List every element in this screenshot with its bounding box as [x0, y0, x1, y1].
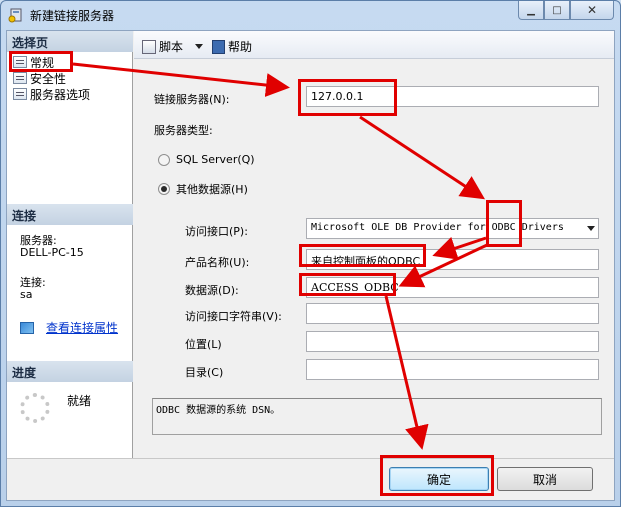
script-icon [142, 39, 156, 54]
provider-select[interactable]: Microsoft OLE DB Provider for ODBC Drive… [306, 218, 599, 239]
progress-header: 进度 [7, 361, 133, 382]
toolbar: 脚本 帮助 [134, 31, 614, 59]
connection-value: sa [20, 288, 33, 301]
provider-label: 访问接口(P): [185, 225, 248, 238]
description-panel: ODBC 数据源的系统 DSN。 [152, 398, 602, 435]
highlight-product-name [299, 244, 426, 267]
close-button[interactable]: ✕ [570, 1, 614, 20]
progress-status: 就绪 [67, 394, 92, 408]
linked-server-label: 链接服务器(N): [154, 93, 230, 106]
page-item-security[interactable]: 安全性 [13, 70, 66, 86]
highlight-data-source [299, 273, 396, 296]
script-label: 脚本 [159, 40, 184, 54]
window-title: 新建链接服务器 [30, 9, 115, 23]
location-input[interactable] [306, 331, 599, 352]
radio-sql-server[interactable]: SQL Server(Q) [158, 153, 255, 166]
select-page-header: 选择页 [7, 31, 133, 52]
page-item-server-options[interactable]: 服务器选项 [13, 86, 90, 102]
left-pane: 选择页 常规 安全性 服务器选项 连接 服务器: DELL-PC-15 连接: … [7, 31, 133, 458]
view-connection-properties-link[interactable]: 查看连接属性 [20, 319, 118, 336]
highlight-general-page [9, 51, 73, 72]
highlight-odbc-provider [486, 200, 522, 247]
catalog-input[interactable] [306, 359, 599, 380]
page-icon [13, 72, 27, 84]
data-source-label: 数据源(D): [185, 284, 239, 297]
chevron-down-icon [587, 226, 595, 231]
radio-selected-icon [158, 183, 170, 195]
minimize-icon: ▁ [527, 4, 535, 16]
highlight-ok-button [380, 455, 494, 496]
maximize-button[interactable]: □ [544, 1, 570, 20]
maximize-icon: □ [552, 4, 562, 16]
provider-string-input[interactable] [306, 303, 599, 324]
connection-header: 连接 [7, 204, 133, 225]
highlight-server-address [298, 79, 397, 116]
radio-other-data-source[interactable]: 其他数据源(H) [158, 181, 248, 197]
help-label: 帮助 [228, 40, 253, 54]
button-bar: 确定 取消 [7, 458, 614, 500]
page-item-label: 安全性 [30, 71, 67, 86]
window-controls: ▁ □ ✕ [518, 1, 614, 20]
page-item-label: 服务器选项 [30, 87, 91, 102]
chevron-down-icon[interactable] [195, 44, 204, 49]
server-value: DELL-PC-15 [20, 246, 84, 259]
cancel-button[interactable]: 取消 [497, 467, 593, 491]
product-name-label: 产品名称(U): [185, 256, 250, 269]
server-type-label: 服务器类型: [154, 124, 213, 137]
location-label: 位置(L) [185, 338, 222, 351]
title-bar[interactable]: 新建链接服务器 ▁ □ ✕ [1, 1, 620, 29]
help-button[interactable]: 帮助 [212, 38, 252, 55]
radio-icon [158, 153, 170, 166]
minimize-button[interactable]: ▁ [518, 1, 544, 20]
provider-string-label: 访问接口字符串(V): [185, 310, 282, 323]
catalog-label: 目录(C) [185, 366, 224, 379]
progress-spinner-icon [20, 393, 50, 423]
link-label: 查看连接属性 [46, 321, 119, 335]
server-app-icon [8, 8, 22, 23]
description-text: ODBC 数据源的系统 DSN。 [156, 405, 281, 416]
radio-label: 其他数据源(H) [176, 183, 248, 196]
page-icon [13, 88, 27, 100]
radio-label: SQL Server(Q) [176, 153, 255, 166]
script-button[interactable]: 脚本 [142, 38, 204, 55]
close-icon: ✕ [586, 3, 598, 17]
provider-value: Microsoft OLE DB Provider for ODBC Drive… [311, 222, 564, 233]
properties-icon [20, 321, 34, 334]
help-icon [212, 39, 225, 54]
